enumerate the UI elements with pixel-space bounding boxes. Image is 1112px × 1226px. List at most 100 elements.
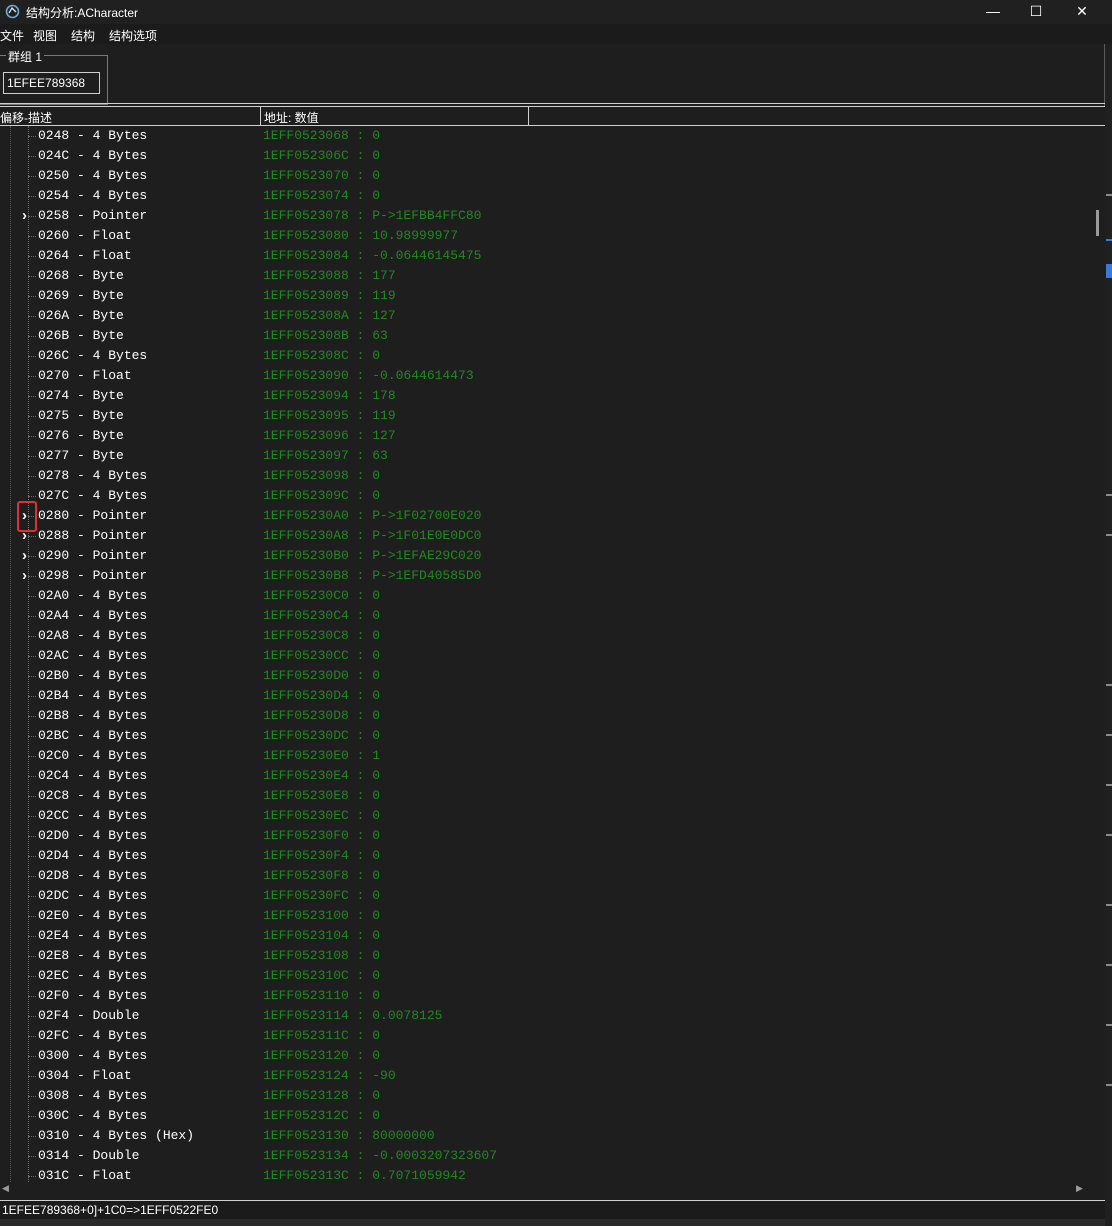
column-divider[interactable] bbox=[528, 107, 529, 125]
tree-row[interactable]: 02A4 - 4 Bytes 1EFF05230C4 : 0 bbox=[0, 606, 1100, 626]
tree-row[interactable]: 0304 - Float 1EFF0523124 : -90 bbox=[0, 1066, 1100, 1086]
tree-row[interactable]: 0277 - Byte 1EFF0523097 : 63 bbox=[0, 446, 1100, 466]
tree-row[interactable]: 0310 - 4 Bytes (Hex) 1EFF0523130 : 800000… bbox=[0, 1126, 1100, 1146]
row-address-value: 1EFF0523070 : 0 bbox=[263, 168, 381, 183]
tree-row[interactable]: › 0298 - Pointer 1EFF05230B8 : P->1EFD4058… bbox=[0, 566, 1100, 586]
row-offset-description: 02C8 - 4 Bytes bbox=[38, 788, 148, 803]
tree-row[interactable]: 02C8 - 4 Bytes 1EFF05230E8 : 0 bbox=[0, 786, 1100, 806]
tree-row[interactable]: 0278 - 4 Bytes 1EFF0523098 : 0 bbox=[0, 466, 1100, 486]
tree-connector bbox=[28, 736, 36, 737]
row-address-value: 1EFF0523124 : -90 bbox=[263, 1068, 396, 1083]
column-divider[interactable] bbox=[260, 107, 261, 125]
scroll-right-arrow-icon[interactable]: ▶ bbox=[1076, 1183, 1083, 1194]
tree-row[interactable]: 026C - 4 Bytes 1EFF052308C : 0 bbox=[0, 346, 1100, 366]
tree-row[interactable]: 02D4 - 4 Bytes 1EFF05230F4 : 0 bbox=[0, 846, 1100, 866]
expand-chevron-icon[interactable]: › bbox=[22, 566, 30, 586]
tree-row[interactable]: 0268 - Byte 1EFF0523088 : 177 bbox=[0, 266, 1100, 286]
column-address-value[interactable]: 地址: 数值 bbox=[264, 109, 319, 126]
menu-structure[interactable]: 结构 bbox=[71, 27, 95, 44]
tree-row[interactable]: 0270 - Float 1EFF0523090 : -0.0644614473 bbox=[0, 366, 1100, 386]
tree-row[interactable]: 026B - Byte 1EFF052308B : 63 bbox=[0, 326, 1100, 346]
tree-row[interactable]: 026A - Byte 1EFF052308A : 127 bbox=[0, 306, 1100, 326]
maximize-button[interactable]: ☐ bbox=[1013, 0, 1059, 24]
tree-row[interactable]: 02E0 - 4 Bytes 1EFF0523100 : 0 bbox=[0, 906, 1100, 926]
tree-row[interactable]: 02B0 - 4 Bytes 1EFF05230D0 : 0 bbox=[0, 666, 1100, 686]
tree-connector bbox=[28, 436, 36, 437]
tree-connector bbox=[28, 276, 36, 277]
row-offset-description: 0258 - Pointer bbox=[38, 208, 148, 223]
tree-row[interactable]: 02C0 - 4 Bytes 1EFF05230E0 : 1 bbox=[0, 746, 1100, 766]
row-offset-description: 02FC - 4 Bytes bbox=[38, 1028, 148, 1043]
tree-row[interactable]: 0254 - 4 Bytes 1EFF0523074 : 0 bbox=[0, 186, 1100, 206]
group-label: 群组 1 bbox=[6, 48, 45, 65]
column-offset-description[interactable]: 偏移-描述 bbox=[0, 109, 52, 126]
group-address-input[interactable] bbox=[3, 72, 100, 94]
menu-view[interactable]: 视图 bbox=[33, 27, 57, 44]
row-offset-description: 0268 - Byte bbox=[38, 268, 124, 283]
minimize-button[interactable]: — bbox=[970, 0, 1016, 24]
tree-row[interactable]: 02FC - 4 Bytes 1EFF052311C : 0 bbox=[0, 1026, 1100, 1046]
tree-row[interactable]: 0300 - 4 Bytes 1EFF0523120 : 0 bbox=[0, 1046, 1100, 1066]
tree-row[interactable]: 0275 - Byte 1EFF0523095 : 119 bbox=[0, 406, 1100, 426]
tree-row[interactable]: 02E8 - 4 Bytes 1EFF0523108 : 0 bbox=[0, 946, 1100, 966]
tree-row[interactable]: 0274 - Byte 1EFF0523094 : 178 bbox=[0, 386, 1100, 406]
tree-row[interactable]: 02C4 - 4 Bytes 1EFF05230E4 : 0 bbox=[0, 766, 1100, 786]
tree-row[interactable]: 02CC - 4 Bytes 1EFF05230EC : 0 bbox=[0, 806, 1100, 826]
tree-row[interactable]: 02AC - 4 Bytes 1EFF05230CC : 0 bbox=[0, 646, 1100, 666]
tree-row[interactable]: 02EC - 4 Bytes 1EFF052310C : 0 bbox=[0, 966, 1100, 986]
tree-row[interactable]: › 0280 - Pointer 1EFF05230A0 : P->1F02700E… bbox=[0, 506, 1100, 526]
tree-row[interactable]: 02A8 - 4 Bytes 1EFF05230C8 : 0 bbox=[0, 626, 1100, 646]
structure-tree[interactable]: 0248 - 4 Bytes 1EFF0523068 : 0 024C - 4 By… bbox=[0, 126, 1100, 1186]
row-address-value: 1EFF0523100 : 0 bbox=[263, 908, 381, 923]
row-offset-description: 0280 - Pointer bbox=[38, 508, 148, 523]
close-button[interactable]: ✕ bbox=[1059, 0, 1105, 24]
expand-chevron-icon[interactable]: › bbox=[22, 206, 30, 226]
tree-row[interactable]: 02A0 - 4 Bytes 1EFF05230C0 : 0 bbox=[0, 586, 1100, 606]
tree-row[interactable]: › 0290 - Pointer 1EFF05230B0 : P->1EFAE29C… bbox=[0, 546, 1100, 566]
tree-row[interactable]: 02F4 - Double 1EFF0523114 : 0.0078125 bbox=[0, 1006, 1100, 1026]
tree-row[interactable]: 0248 - 4 Bytes 1EFF0523068 : 0 bbox=[0, 126, 1100, 146]
tree-row[interactable]: 024C - 4 Bytes 1EFF052306C : 0 bbox=[0, 146, 1100, 166]
tree-row[interactable]: 027C - 4 Bytes 1EFF052309C : 0 bbox=[0, 486, 1100, 506]
tree-row[interactable]: 0250 - 4 Bytes 1EFF0523070 : 0 bbox=[0, 166, 1100, 186]
tree-row[interactable]: 02B8 - 4 Bytes 1EFF05230D8 : 0 bbox=[0, 706, 1100, 726]
row-offset-description: 0260 - Float bbox=[38, 228, 132, 243]
tree-row[interactable]: 0314 - Double 1EFF0523134 : -0.0003207323… bbox=[0, 1146, 1100, 1166]
row-offset-description: 02E0 - 4 Bytes bbox=[38, 908, 148, 923]
scroll-left-arrow-icon[interactable]: ◀ bbox=[2, 1183, 9, 1194]
tree-row[interactable]: 02BC - 4 Bytes 1EFF05230DC : 0 bbox=[0, 726, 1100, 746]
tree-connector bbox=[28, 896, 36, 897]
tree-row[interactable]: 02D8 - 4 Bytes 1EFF05230F8 : 0 bbox=[0, 866, 1100, 886]
menu-structure-options[interactable]: 结构选项 bbox=[109, 27, 157, 44]
tree-row[interactable]: 02B4 - 4 Bytes 1EFF05230D4 : 0 bbox=[0, 686, 1100, 706]
tree-row[interactable]: 0308 - 4 Bytes 1EFF0523128 : 0 bbox=[0, 1086, 1100, 1106]
row-offset-description: 0290 - Pointer bbox=[38, 548, 148, 563]
vertical-scrollbar-thumb[interactable] bbox=[1096, 210, 1099, 236]
tree-connector bbox=[28, 876, 36, 877]
tree-row[interactable]: 02D0 - 4 Bytes 1EFF05230F0 : 0 bbox=[0, 826, 1100, 846]
tree-row[interactable]: 0264 - Float 1EFF0523084 : -0.06446145475 bbox=[0, 246, 1100, 266]
row-offset-description: 024C - 4 Bytes bbox=[38, 148, 148, 163]
tree-connector bbox=[28, 976, 36, 977]
tree-connector bbox=[28, 476, 36, 477]
tree-row[interactable]: 02F0 - 4 Bytes 1EFF0523110 : 0 bbox=[0, 986, 1100, 1006]
row-address-value: 1EFF05230F8 : 0 bbox=[263, 868, 381, 883]
row-offset-description: 030C - 4 Bytes bbox=[38, 1108, 148, 1123]
row-address-value: 1EFF05230E4 : 0 bbox=[263, 768, 381, 783]
tree-row[interactable]: 02E4 - 4 Bytes 1EFF0523104 : 0 bbox=[0, 926, 1100, 946]
horizontal-scrollbar[interactable]: ◀ ▶ bbox=[0, 1183, 1090, 1197]
tree-row[interactable]: › 0258 - Pointer 1EFF0523078 : P->1EFBB4FF… bbox=[0, 206, 1100, 226]
tree-row[interactable]: 0260 - Float 1EFF0523080 : 10.98999977 bbox=[0, 226, 1100, 246]
row-offset-description: 02B0 - 4 Bytes bbox=[38, 668, 148, 683]
row-address-value: 1EFF0523094 : 178 bbox=[263, 388, 396, 403]
tree-row[interactable]: 0269 - Byte 1EFF0523089 : 119 bbox=[0, 286, 1100, 306]
tree-row[interactable]: › 0288 - Pointer 1EFF05230A8 : P->1F01E0E0… bbox=[0, 526, 1100, 546]
tree-row[interactable]: 030C - 4 Bytes 1EFF052312C : 0 bbox=[0, 1106, 1100, 1126]
tree-row[interactable]: 02DC - 4 Bytes 1EFF05230FC : 0 bbox=[0, 886, 1100, 906]
expand-chevron-icon[interactable]: › bbox=[22, 546, 30, 566]
row-offset-description: 0269 - Byte bbox=[38, 288, 124, 303]
column-header: 偏移-描述 地址: 数值 bbox=[0, 106, 1105, 126]
cheat-engine-icon bbox=[5, 4, 20, 19]
tree-row[interactable]: 0276 - Byte 1EFF0523096 : 127 bbox=[0, 426, 1100, 446]
menu-file[interactable]: 文件 bbox=[0, 27, 24, 44]
